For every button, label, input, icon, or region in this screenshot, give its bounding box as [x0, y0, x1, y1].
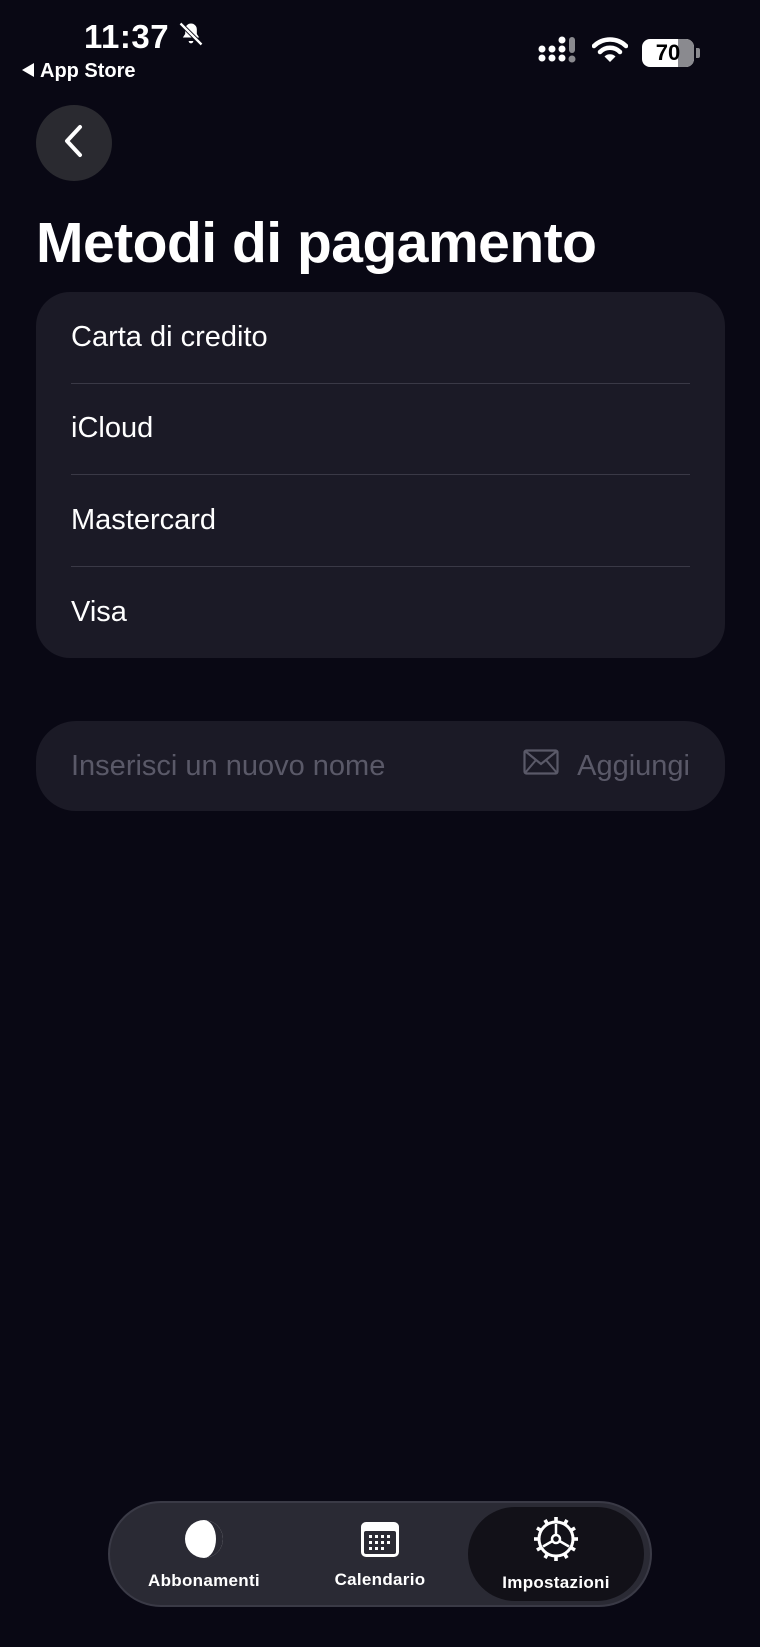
- bell-slash-icon: [177, 18, 205, 56]
- tab-label: Abbonamenti: [148, 1570, 260, 1590]
- list-item-label: Carta di credito: [71, 320, 268, 353]
- page-title: Metodi di pagamento: [36, 211, 597, 275]
- signal-icon: [538, 36, 578, 69]
- list-item-label: Mastercard: [71, 503, 217, 536]
- tab-calendario[interactable]: Calendario: [292, 1507, 468, 1601]
- list-item-icloud[interactable]: iCloud: [71, 384, 690, 475]
- list-item-label: iCloud: [71, 412, 154, 445]
- tab-label: Impostazioni: [502, 1572, 610, 1592]
- battery-level-text: 70: [655, 39, 681, 65]
- status-back-label: App Store: [40, 60, 136, 82]
- status-time: 11:37: [84, 18, 205, 56]
- half-circle-icon: [183, 1518, 225, 1565]
- status-time-text: 11:37: [84, 18, 170, 55]
- list-item-carta-di-credito[interactable]: Carta di credito: [71, 292, 690, 384]
- battery-icon: 70: [642, 38, 694, 67]
- gear-icon: [533, 1516, 579, 1567]
- wifi-icon: [591, 36, 629, 69]
- tab-impostazioni[interactable]: Impostazioni: [468, 1507, 644, 1601]
- status-back-to-app-store[interactable]: App Store: [22, 60, 136, 83]
- tab-bar: Abbonamenti Calendario Impostazioni: [108, 1501, 652, 1607]
- back-triangle-icon: [22, 60, 34, 83]
- chevron-left-icon: [60, 123, 88, 164]
- list-item-label: Visa: [71, 595, 127, 628]
- status-right: 70: [538, 36, 700, 69]
- envelope-icon: [523, 749, 559, 783]
- screen: 11:37 App Store 70 Metodi di pagamento C…: [0, 0, 760, 1647]
- add-payment-method-row: Aggiungi: [36, 721, 725, 811]
- tab-label: Calendario: [334, 1569, 426, 1589]
- new-name-input[interactable]: [71, 749, 524, 783]
- calendar-icon: [359, 1519, 401, 1564]
- list-item-visa[interactable]: Visa: [71, 567, 690, 659]
- back-button[interactable]: [36, 105, 112, 181]
- list-item-mastercard[interactable]: Mastercard: [71, 475, 690, 567]
- payment-methods-list: Carta di credito iCloud Mastercard Visa: [36, 292, 725, 658]
- add-button-label: Aggiungi: [577, 749, 690, 782]
- tab-abbonamenti[interactable]: Abbonamenti: [116, 1507, 292, 1601]
- battery-tip: [696, 47, 700, 58]
- add-button[interactable]: Aggiungi: [523, 749, 690, 783]
- battery-empty-fill: [678, 38, 694, 67]
